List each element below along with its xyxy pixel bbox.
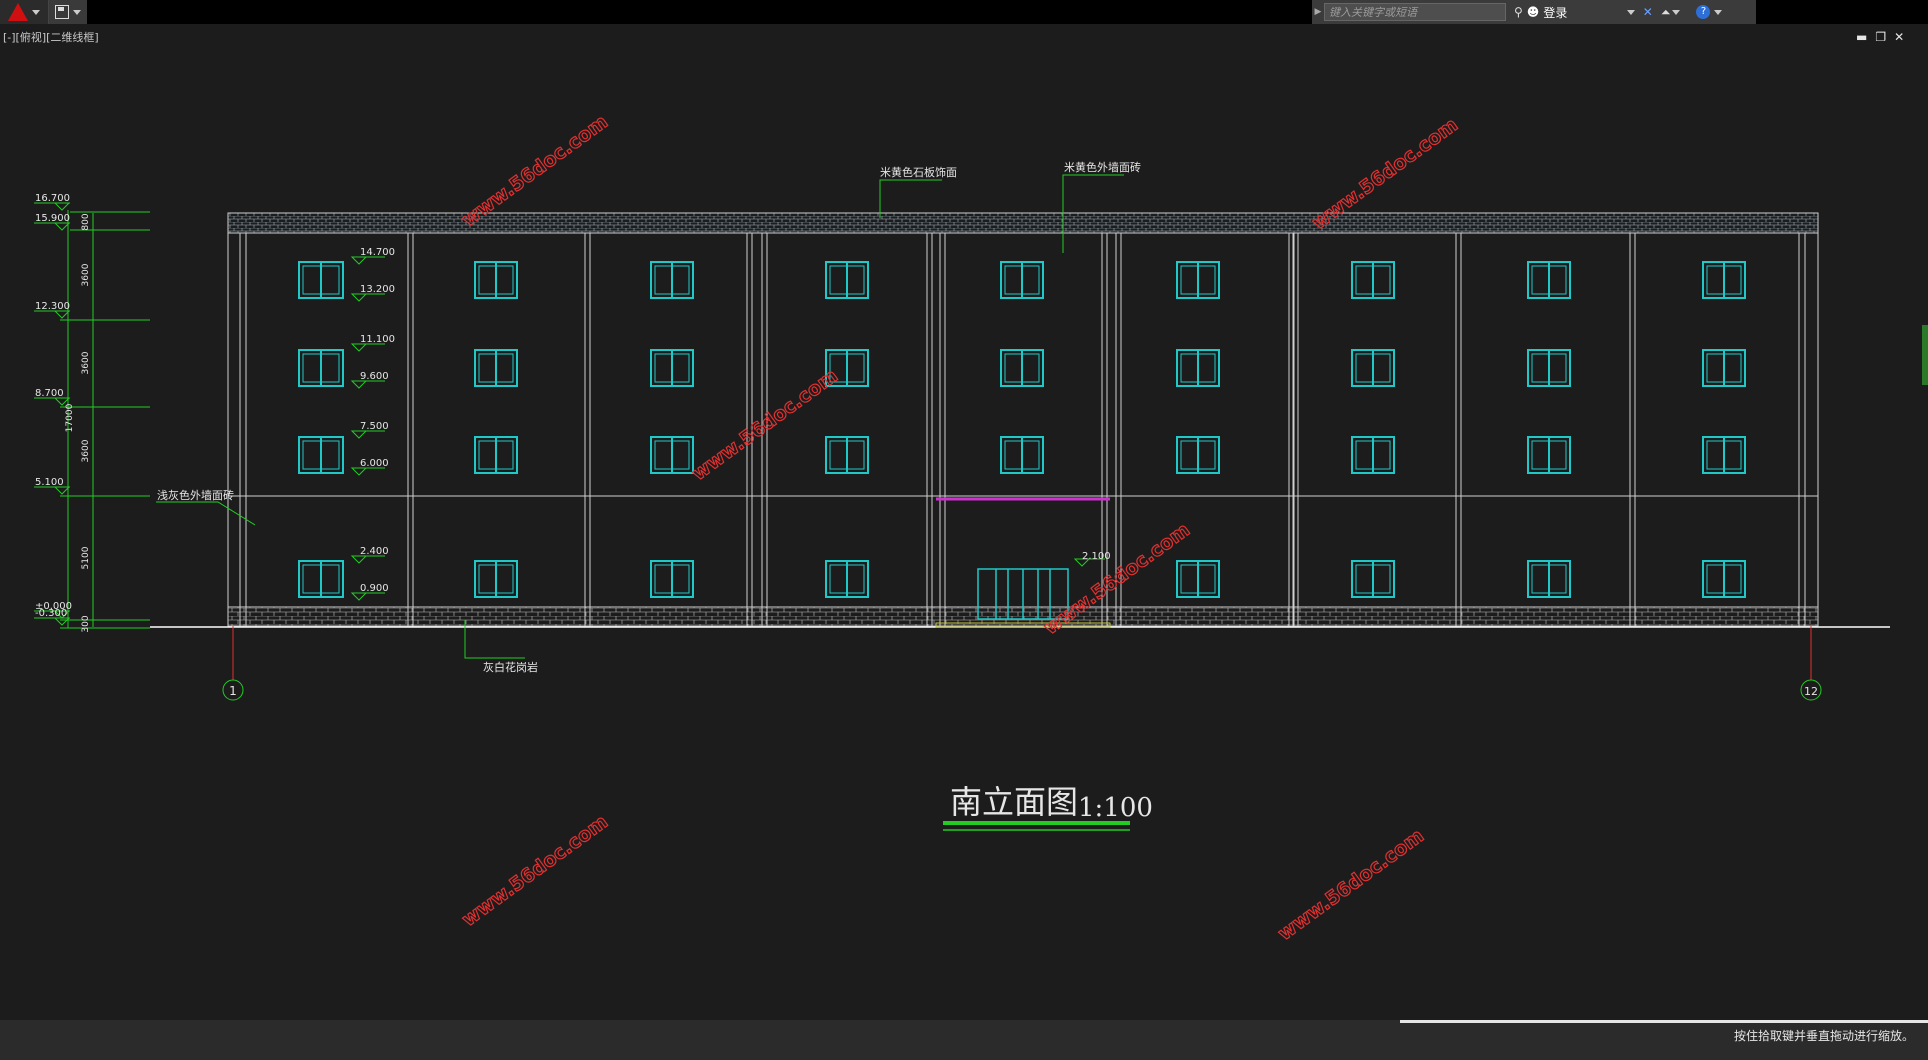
elevation-mark: 15.900 [34,213,71,231]
window [1000,261,1044,299]
dimension-labels: 800 3600 3600 3600 5100 300 17000 [65,213,91,632]
window [650,436,694,474]
window [1702,436,1746,474]
window-level-mark: 14.700 [350,247,395,265]
window-level-label: 7.500 [360,421,389,432]
window [298,436,344,474]
window-level-label: 0.900 [360,583,389,594]
window [298,560,344,598]
window [1176,261,1220,299]
window [650,349,694,387]
axis-marker-left: 1 [222,626,244,701]
window [1527,436,1571,474]
elevation-label: 8.700 [35,388,64,399]
watermark: www.56doc.com [1274,825,1428,945]
elevation-label: 15.900 [35,213,70,224]
window-level-label: 13.200 [360,284,395,295]
window [825,436,869,474]
door-level-label: 2.100 [1082,551,1111,562]
door-level-mark: 2.100 [1073,551,1111,567]
window [1702,261,1746,299]
window [298,261,344,299]
window-level-mark: 13.200 [350,284,395,302]
drawing-canvas[interactable]: 16.70015.90012.3008.7005.100±0.000-0.300… [0,0,1928,1020]
axis-left-label: 1 [229,684,237,698]
axis-right-label: 12 [1804,685,1818,698]
window-level-mark: 7.500 [350,421,389,439]
dimension-label: 800 [81,213,91,230]
window-level-mark: 9.600 [350,371,389,389]
window [1176,436,1220,474]
annotation-base-label: 灰白花岗岩 [483,660,538,674]
window [298,349,344,387]
annotation-wall-tile-top-label: 米黄色外墙面砖 [1064,160,1141,174]
window [1527,261,1571,299]
annotation-stone: 米黄色石板饰面 [879,165,957,218]
drawing-title: 南立面图 1:100 [943,783,1153,831]
window [1527,560,1571,598]
window [1000,436,1044,474]
window [1176,560,1220,598]
window [1351,436,1395,474]
status-message: 按住拾取键并垂直拖动进行缩放。 [1733,1029,1914,1043]
watermark: www.56doc.com [688,365,842,485]
window [474,349,518,387]
window [1702,349,1746,387]
window [1702,560,1746,598]
dimension-label: 17000 [65,403,75,432]
elevation-label: 12.300 [35,301,70,312]
axis-marker-right: 12 [1800,626,1822,701]
window [825,560,869,598]
dimension-label: 5100 [81,546,91,569]
window-level-mark: 0.900 [350,583,389,601]
window-level-label: 9.600 [360,371,389,382]
window-level-marks: 14.700 13.200 11.100 9.600 7.500 6.000 2.400 0.… [350,247,395,601]
window [1351,261,1395,299]
window [1000,349,1044,387]
status-bar: 按住拾取键并垂直拖动进行缩放。 [0,1020,1928,1060]
window [474,261,518,299]
window-level-label: 11.100 [360,334,395,345]
window [1351,349,1395,387]
elevation-mark: 12.300 [34,301,71,319]
dimension-label: 300 [81,615,91,632]
window [1176,349,1220,387]
window [474,560,518,598]
drawing-scale-text: 1:100 [1078,793,1153,823]
window [1351,560,1395,598]
window-level-mark: 2.400 [350,546,389,564]
dimension-label: 3600 [81,263,91,286]
elevation-label: 16.700 [35,193,70,204]
window-level-label: 2.400 [360,546,389,557]
drawing-title-text: 南立面图 [950,783,1078,821]
window [650,261,694,299]
elevation-mark: 5.100 [34,477,71,495]
annotation-base: 灰白花岗岩 [464,620,538,674]
annotation-wall-tile-left-label: 浅灰色外墙面砖 [157,488,234,502]
scroll-indicator[interactable] [1922,325,1928,385]
window [474,436,518,474]
window [650,560,694,598]
window [1527,349,1571,387]
elevation-mark: 8.700 [34,388,71,406]
dimension-label: 3600 [81,439,91,462]
dimension-label: 3600 [81,351,91,374]
elevation-label: -0.300 [35,608,67,619]
window-level-mark: 6.000 [350,458,389,476]
elevation-mark: -0.300 [34,608,71,626]
annotation-stone-label: 米黄色石板饰面 [880,165,957,179]
elevation-label: 5.100 [35,477,64,488]
windows-group [298,261,1746,598]
window-level-label: 14.700 [360,247,395,258]
elevation-mark: 16.700 [34,193,71,211]
command-line-edge [1400,1020,1928,1023]
window-level-label: 6.000 [360,458,389,469]
window-level-mark: 11.100 [350,334,395,352]
window [825,261,869,299]
watermark: www.56doc.com [458,811,612,931]
